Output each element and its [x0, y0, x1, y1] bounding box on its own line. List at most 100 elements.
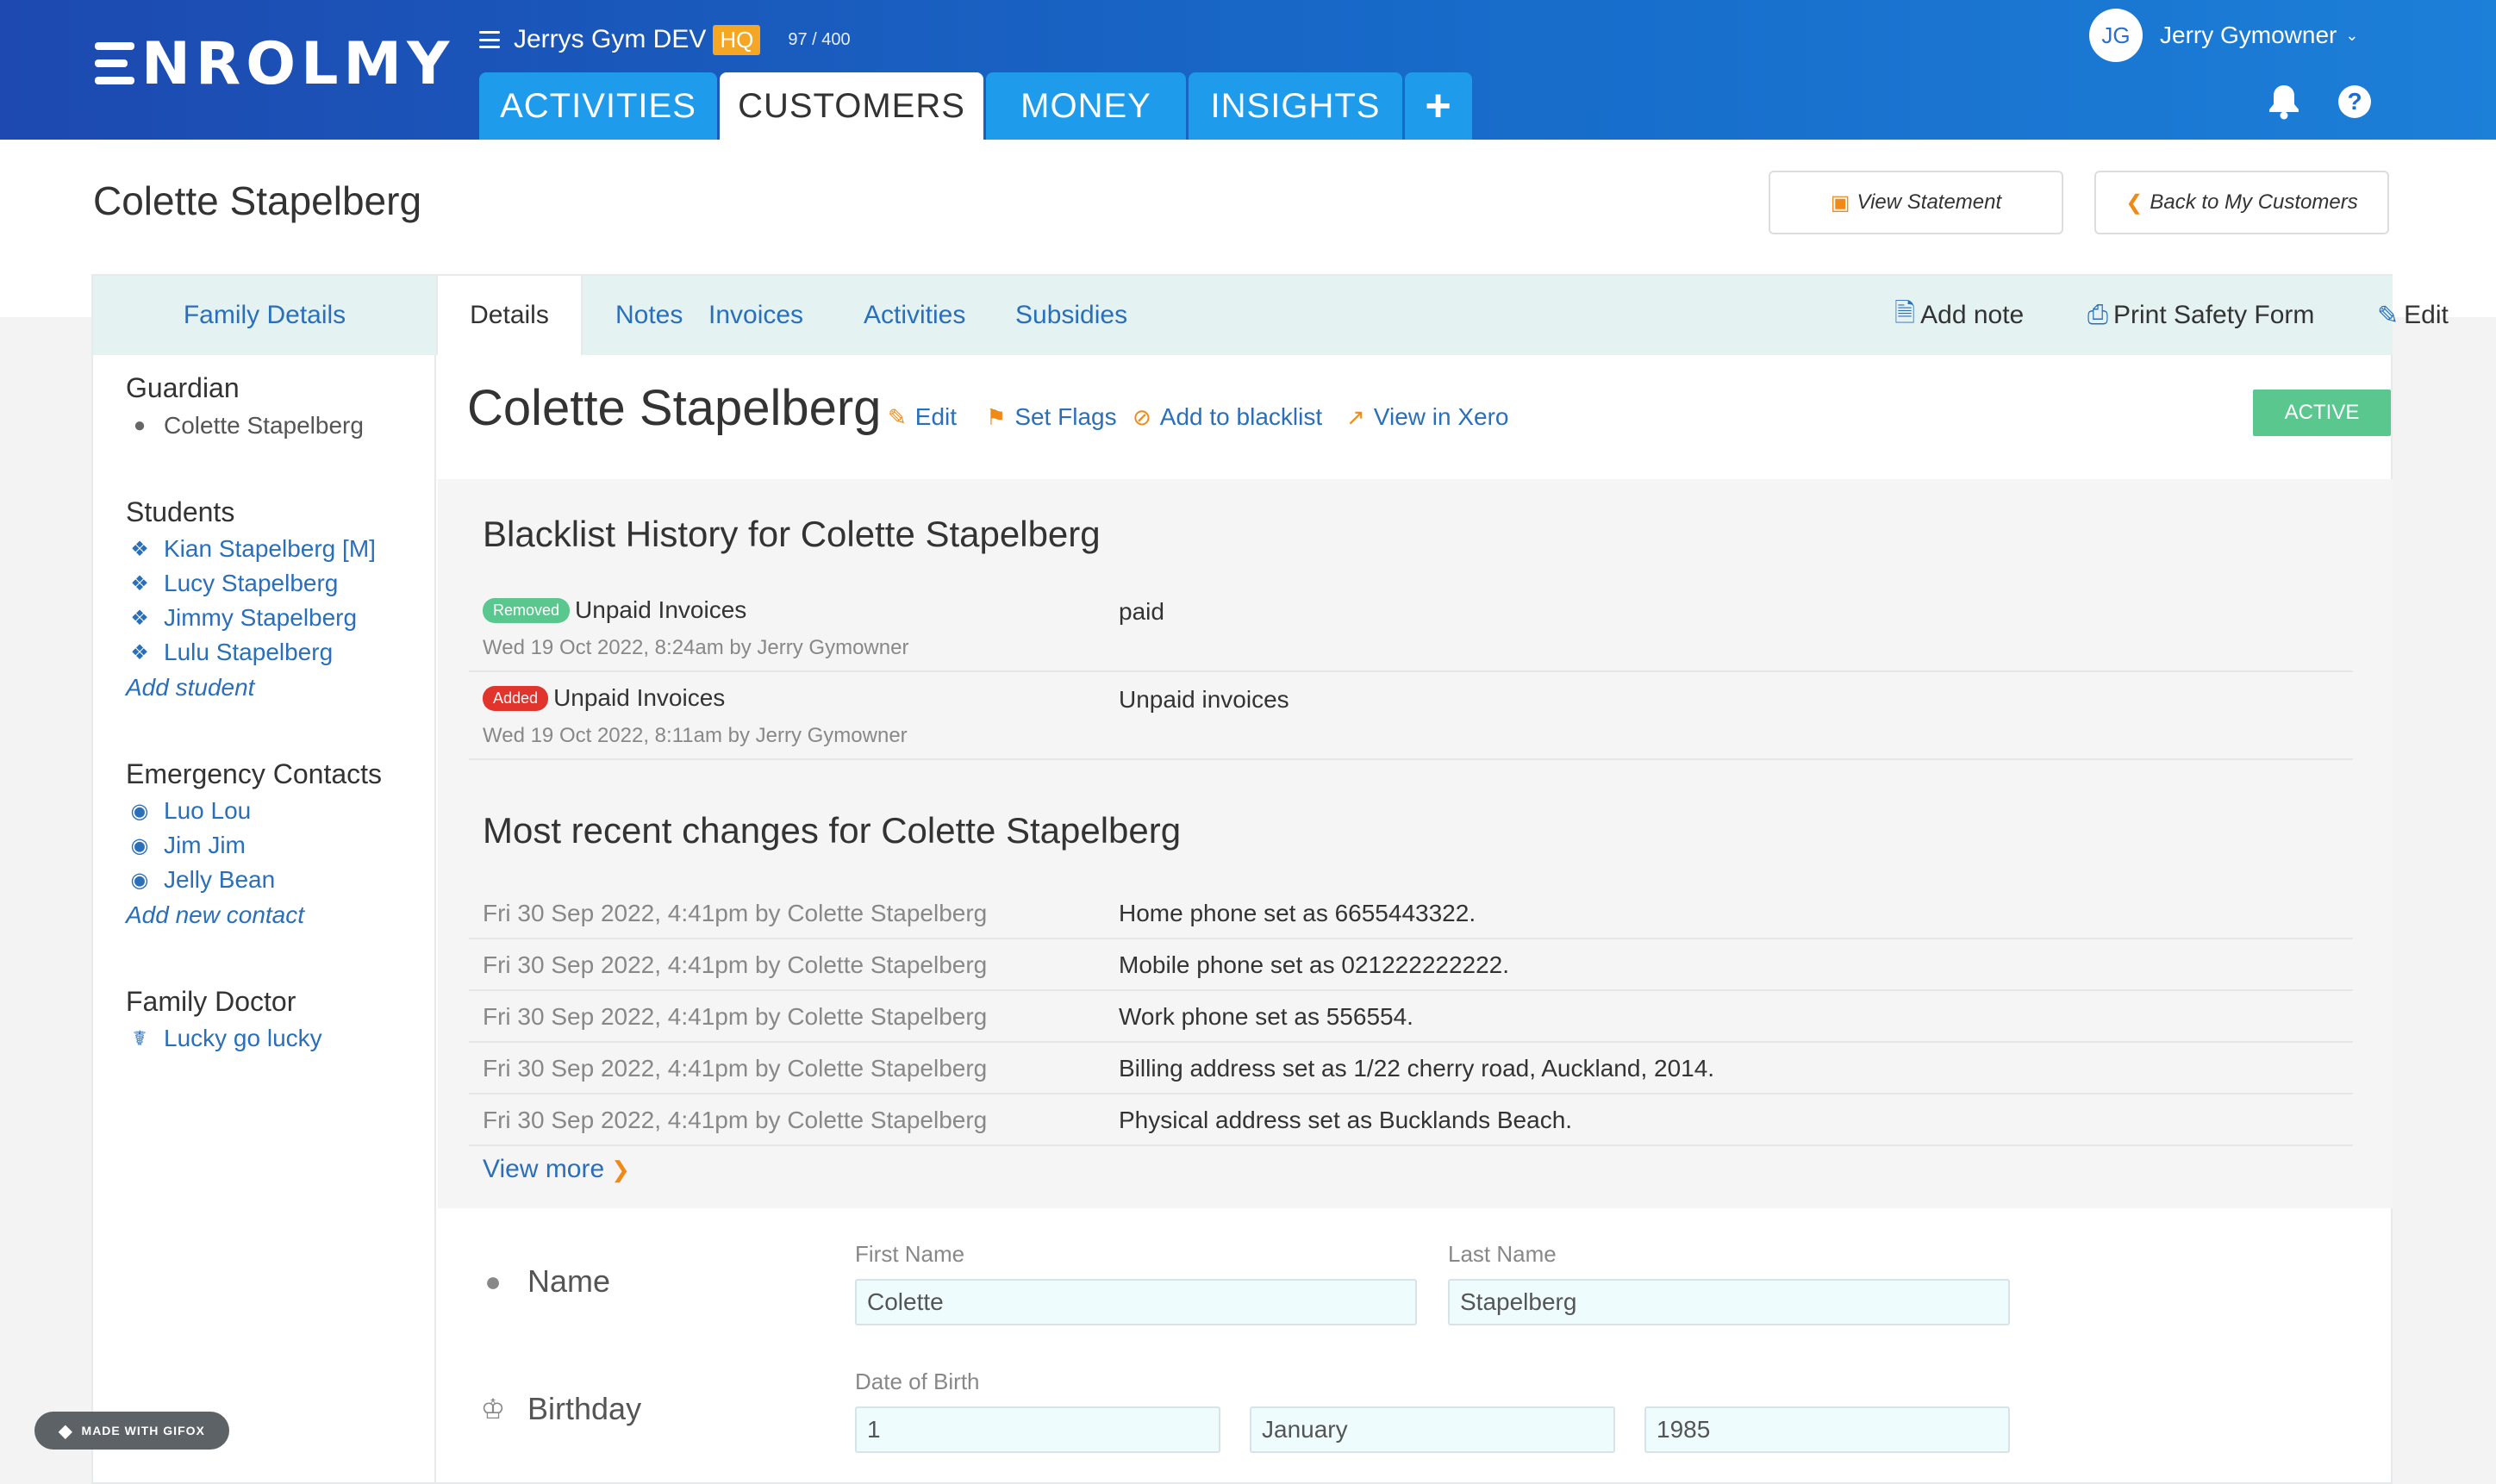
pencil-icon: ✎	[2377, 301, 2399, 330]
last-name-input[interactable]: Stapelberg	[1448, 1279, 2010, 1325]
view-in-xero-link[interactable]: ↗ View in Xero	[1346, 403, 1508, 431]
status-badge: ACTIVE	[2253, 390, 2391, 436]
ban-icon: ⊘	[1133, 403, 1151, 430]
blacklist-link-label: Add to blacklist	[1159, 403, 1323, 430]
view-statement-button[interactable]: ▣ View Statement	[1769, 171, 2063, 234]
org-name[interactable]: Jerrys Gym DEV	[514, 25, 706, 54]
tab-activities[interactable]: ACTIVITIES	[479, 72, 717, 140]
add-note-button[interactable]: 🗎 Add note	[1894, 276, 2024, 355]
blacklist-note: paid	[1119, 598, 1164, 625]
family-sidebar: Family Details Guardian ● Colette Stapel…	[93, 276, 436, 1484]
group-icon: ◉	[130, 868, 149, 892]
contact-name[interactable]: Jim Jim	[164, 832, 246, 859]
child-icon: ❖	[130, 640, 149, 664]
enrolmy-logo[interactable]: NROLMY	[95, 34, 454, 95]
change-date: Fri 30 Sep 2022, 4:41pm by Colette Stape…	[483, 1107, 988, 1133]
guardian-item: ● Colette Stapelberg	[129, 409, 364, 442]
last-name-caption: Last Name	[1448, 1241, 1557, 1267]
contact-name[interactable]: Jelly Bean	[164, 866, 275, 894]
student-name[interactable]: Kian Stapelberg [M]	[164, 535, 376, 563]
student-name[interactable]: Lulu Stapelberg	[164, 639, 333, 666]
edit-details-button[interactable]: ✎ Edit	[2377, 276, 2449, 355]
dob-day-input[interactable]: 1	[855, 1406, 1220, 1453]
doctor-name[interactable]: Lucky go lucky	[164, 1025, 322, 1052]
money-icon: ▣	[1830, 190, 1850, 215]
edit-label: Edit	[2404, 301, 2449, 329]
name-label-text: Name	[527, 1263, 611, 1299]
blacklist-row: Removed Unpaid Invoices Wed 19 Oct 2022, …	[469, 584, 2353, 672]
user-name[interactable]: Jerry Gymowner	[2160, 22, 2337, 49]
chevron-left-icon: ❮	[2125, 190, 2143, 215]
org-selector[interactable]: Jerrys Gym DEV HQ 97 / 400	[479, 22, 851, 57]
help-icon[interactable]: ?	[2336, 83, 2374, 121]
tab-subsidies[interactable]: Subsidies	[1015, 276, 1127, 355]
student-item[interactable]: ❖ Jimmy Stapelberg	[129, 602, 357, 634]
first-name-caption: First Name	[855, 1241, 965, 1267]
dob-year-input[interactable]: 1985	[1644, 1406, 2010, 1453]
contact-name[interactable]: Luo Lou	[164, 797, 251, 825]
flags-link-label: Set Flags	[1014, 403, 1117, 430]
avatar[interactable]: JG	[2089, 9, 2143, 62]
blacklist-row: Added Unpaid Invoices Wed 19 Oct 2022, 8:…	[469, 672, 2353, 760]
child-icon: ❖	[130, 537, 149, 561]
contact-item[interactable]: ◉ Jim Jim	[129, 829, 246, 862]
tab-notes[interactable]: Notes	[615, 276, 683, 355]
student-name[interactable]: Jimmy Stapelberg	[164, 604, 357, 632]
student-name[interactable]: Lucy Stapelberg	[164, 570, 338, 597]
tab-insights[interactable]: INSIGHTS	[1189, 72, 1402, 140]
added-badge: Added	[483, 685, 549, 711]
menu-icon[interactable]	[479, 31, 500, 48]
tab-family-details[interactable]: Family Details	[93, 276, 436, 355]
add-student-link[interactable]: Add student	[126, 674, 254, 701]
tab-invoices[interactable]: Invoices	[708, 276, 803, 355]
child-icon: ❖	[130, 606, 149, 630]
removed-badge: Removed	[483, 597, 571, 623]
student-item[interactable]: ❖ Kian Stapelberg [M]	[129, 533, 376, 565]
change-desc: Billing address set as 1/22 cherry road,…	[1119, 1055, 1715, 1082]
view-more-label: View more	[483, 1155, 605, 1183]
blacklist-title: Unpaid Invoices	[575, 596, 747, 623]
blacklist-heading: Blacklist History for Colette Stapelberg	[483, 514, 1101, 554]
name-field-label: ● Name	[477, 1263, 610, 1300]
user-menu[interactable]: JG Jerry Gymowner ⌄	[2089, 9, 2358, 62]
student-item[interactable]: ❖ Lulu Stapelberg	[129, 636, 333, 669]
edit-customer-link[interactable]: ✎ Edit	[888, 403, 957, 431]
blacklist-title: Unpaid Invoices	[553, 684, 726, 711]
doctor-item[interactable]: ☤ Lucky go lucky	[129, 1022, 322, 1055]
hq-badge: HQ	[713, 24, 761, 55]
tab-customers[interactable]: CUSTOMERS	[720, 72, 983, 140]
first-name-input[interactable]: Colette	[855, 1279, 1417, 1325]
customer-name-title: Colette Stapelberg	[467, 380, 882, 436]
print-safety-form-button[interactable]: ⎙ Print Safety Form	[2087, 276, 2314, 355]
add-contact-link[interactable]: Add new contact	[126, 901, 304, 929]
change-row: Fri 30 Sep 2022, 4:41pm by Colette Stape…	[469, 991, 2353, 1043]
edit-link-label: Edit	[914, 403, 958, 430]
change-row: Fri 30 Sep 2022, 4:41pm by Colette Stape…	[469, 888, 2353, 939]
dob-month-select[interactable]: January	[1250, 1406, 1615, 1453]
birthday-field-label: ♔ Birthday	[477, 1391, 641, 1427]
tab-details[interactable]: Details	[436, 276, 583, 355]
contact-item[interactable]: ◉ Luo Lou	[129, 795, 252, 827]
person-icon: ●	[133, 414, 147, 437]
fox-icon: ◆	[59, 1421, 73, 1441]
add-tab-plus-icon[interactable]: +	[1405, 72, 1472, 140]
doctor-heading: Family Doctor	[126, 986, 296, 1017]
customer-card: Family Details Guardian ● Colette Stapel…	[91, 274, 2449, 1484]
set-flags-link[interactable]: ⚑ Set Flags	[986, 403, 1117, 431]
tab-money[interactable]: MONEY	[986, 72, 1186, 140]
bell-icon[interactable]	[2265, 83, 2303, 121]
student-item[interactable]: ❖ Lucy Stapelberg	[129, 567, 338, 600]
add-to-blacklist-link[interactable]: ⊘ Add to blacklist	[1133, 403, 1322, 431]
guardian-heading: Guardian	[126, 372, 240, 403]
change-desc: Work phone set as 556554.	[1119, 1003, 1413, 1030]
contact-item[interactable]: ◉ Jelly Bean	[129, 864, 276, 896]
chevron-down-icon[interactable]: ⌄	[2345, 27, 2358, 45]
top-header: NROLMY Jerrys Gym DEV HQ 97 / 400 ACTIVI…	[0, 0, 2496, 140]
view-more-link[interactable]: View more ❯	[483, 1155, 630, 1184]
pencil-icon: ✎	[888, 403, 907, 430]
change-desc: Home phone set as 6655443322.	[1119, 900, 1476, 926]
back-to-customers-button[interactable]: ❮ Back to My Customers	[2094, 171, 2389, 234]
tab-activities-detail[interactable]: Activities	[864, 276, 965, 355]
change-desc: Mobile phone set as 021222222222.	[1119, 951, 1510, 978]
member-quota: 97 / 400	[788, 29, 851, 49]
